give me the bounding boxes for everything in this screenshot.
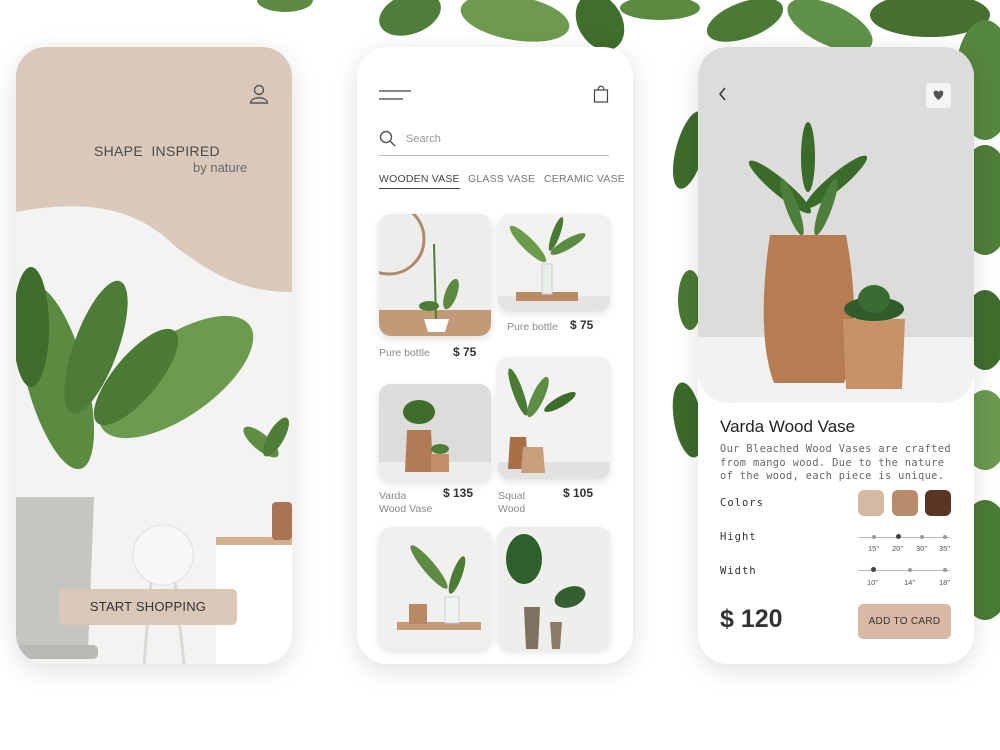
tab-glass-vase[interactable]: GLASS VASE	[468, 173, 535, 185]
product-price-1: $ 75	[453, 345, 477, 359]
width-tick: 10"	[867, 578, 879, 587]
search-underline	[379, 155, 609, 156]
product-card-3[interactable]	[379, 384, 491, 481]
heart-icon	[933, 90, 944, 100]
product-card-4[interactable]	[498, 357, 610, 479]
phone-home-screen: SHAPE INSPIRED by nature START SHOPPING	[16, 47, 292, 664]
product-card-5[interactable]	[379, 527, 491, 649]
product-price-2: $ 75	[570, 318, 594, 332]
product-image	[379, 384, 491, 481]
product-image	[498, 357, 610, 479]
add-to-cart-button[interactable]: ADD TO CARD	[858, 604, 951, 639]
width-stop	[943, 568, 947, 572]
product-title: Varda Wood Vase	[720, 417, 856, 436]
height-tick: 20"	[892, 544, 904, 553]
height-tick: 30"	[916, 544, 928, 553]
product-description: Our Bleached Wood Vases are crafted from…	[720, 443, 951, 482]
favorite-button[interactable]	[926, 83, 951, 108]
color-swatch-dark[interactable]	[925, 490, 951, 516]
width-stop	[908, 568, 912, 572]
product-image	[379, 214, 491, 336]
color-swatch-light[interactable]	[858, 490, 884, 516]
product-name-4: Squat Wood	[498, 490, 526, 515]
product-image	[498, 527, 610, 649]
phone-product-detail-screen: Varda Wood Vase Our Bleached Wood Vases …	[698, 47, 974, 664]
search-icon	[379, 130, 396, 147]
color-swatch-medium[interactable]	[892, 490, 918, 516]
product-name-2: Pure bottle	[507, 321, 558, 333]
height-stop	[872, 535, 876, 539]
product-card-6[interactable]	[498, 527, 610, 649]
height-tick: 15"	[868, 544, 880, 553]
width-slider-handle[interactable]	[871, 567, 876, 572]
product-price: $ 120	[720, 605, 783, 633]
tab-wooden-vase[interactable]: WOODEN VASE	[379, 173, 460, 189]
menu-icon[interactable]	[379, 89, 413, 103]
shopping-bag-icon[interactable]	[593, 85, 609, 103]
height-stop	[943, 535, 947, 539]
product-image	[379, 527, 491, 649]
product-card-2[interactable]	[498, 214, 610, 311]
brand-title: SHAPE INSPIRED	[94, 143, 220, 159]
start-shopping-button[interactable]: START SHOPPING	[59, 589, 237, 625]
product-name-3: Varda Wood Vase	[379, 490, 433, 515]
height-stop	[920, 535, 924, 539]
product-price-3: $ 135	[443, 486, 474, 500]
width-tick: 18"	[939, 578, 951, 587]
user-profile-icon[interactable]	[249, 84, 269, 104]
height-slider-handle[interactable]	[896, 534, 901, 539]
search-input[interactable]: Search	[406, 133, 441, 145]
colors-label: Colors	[720, 497, 764, 509]
home-hero-illustration	[16, 47, 292, 664]
tab-ceramic-vase[interactable]: CERAMIC VASE	[544, 173, 625, 185]
width-label: Width	[720, 565, 757, 577]
brand-subtitle: by nature	[193, 160, 248, 175]
product-price-4: $ 105	[563, 486, 594, 500]
product-name-1: Pure bottle	[379, 347, 430, 359]
height-tick: 35"	[939, 544, 951, 553]
width-tick: 14"	[904, 578, 916, 587]
height-label: Hight	[720, 531, 757, 543]
product-image	[498, 214, 610, 311]
product-card-1[interactable]	[379, 214, 491, 336]
phone-catalog-screen: Search WOODEN VASE GLASS VASE CERAMIC VA…	[357, 47, 633, 664]
back-arrow-icon[interactable]	[718, 87, 728, 101]
